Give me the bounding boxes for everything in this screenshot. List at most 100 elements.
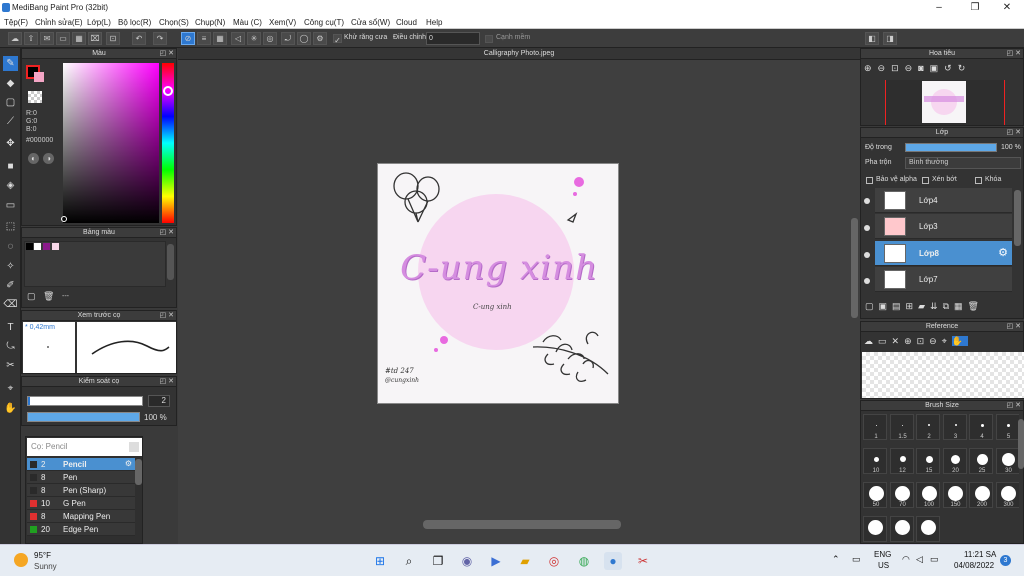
deselect-icon[interactable]: ⌧ (88, 32, 102, 45)
wifi-icon[interactable]: ◠ (902, 554, 910, 565)
start-windows-icon[interactable]: ⊞ (371, 552, 389, 570)
snap-off-icon[interactable]: ⊘ (181, 32, 195, 45)
menu-file[interactable]: Tệp(F) (4, 18, 28, 27)
brush-size-slider[interactable] (27, 396, 143, 406)
layer-row-selected[interactable]: Lớp8 ⚙ (875, 241, 1012, 266)
add-palette-icon[interactable]: ▢ (27, 291, 36, 302)
brush-size-cell[interactable]: 3 (942, 414, 967, 440)
brush-size-cell[interactable]: 4 (969, 414, 993, 440)
ref-zoom-out-icon[interactable]: ⊖ (929, 336, 942, 346)
divide-tool-icon[interactable]: ✂ (3, 358, 18, 373)
file-explorer-icon[interactable]: ▰ (516, 552, 534, 570)
delete-layer-icon[interactable]: 🗑 (968, 301, 984, 311)
select-eraser-icon[interactable]: ⌫ (3, 297, 18, 312)
ref-fit-icon[interactable]: ⊡ (917, 336, 930, 346)
close-reference-icon[interactable]: ✕ (892, 336, 905, 346)
hue-slider-handle[interactable] (163, 86, 173, 96)
layer-scrollbar[interactable] (1014, 190, 1021, 246)
rotate-left-icon[interactable]: ↺ (944, 63, 958, 73)
soft-edge-checkbox[interactable] (485, 35, 493, 43)
brush-opacity-slider[interactable] (27, 412, 140, 422)
snap-ellipse-icon[interactable]: ◯ (297, 32, 311, 45)
redo-icon[interactable]: ↷ (153, 32, 167, 45)
lasso-tool-icon[interactable]: ◌ (3, 239, 18, 254)
clock-time[interactable]: 11:21 SA (964, 550, 996, 559)
hand-tool-icon[interactable]: ✋ (3, 401, 18, 416)
brush-size-cell[interactable]: 25 (969, 448, 993, 474)
menu-snap[interactable]: Chụp(N) (195, 18, 225, 27)
brush-item-pen[interactable]: 8 Pen (27, 471, 135, 484)
canvas-area[interactable]: Calligraphy Photo.jpeg C-ung xinh C-ung … (178, 48, 860, 544)
maximize-button[interactable]: ❐ (958, 0, 992, 16)
menu-tools[interactable]: Công cụ(T) (304, 18, 344, 27)
reference-canvas[interactable] (862, 352, 1024, 398)
magic-wand-icon[interactable]: ✧ (3, 259, 18, 274)
delete-palette-icon[interactable]: 🗑 (43, 291, 54, 302)
menu-layer[interactable]: Lớp(L) (87, 18, 111, 27)
weather-desc[interactable]: Sunny (34, 562, 57, 571)
antialias-checkbox[interactable]: ✓ (333, 34, 342, 45)
grid-icon[interactable]: ▦ (72, 32, 86, 45)
document-canvas[interactable]: C-ung xinh C-ung xinh #td 247 @cungxinh (377, 163, 619, 404)
menu-cloud[interactable]: Cloud (396, 18, 417, 27)
rotate-right-icon[interactable]: ↻ (958, 63, 972, 73)
brush-size-cell[interactable]: 70 (889, 482, 914, 508)
brush-size-cell[interactable]: 30 (995, 448, 1019, 474)
sv-cursor[interactable] (61, 216, 67, 222)
brush-size-cell[interactable] (889, 516, 914, 542)
ref-hand-icon[interactable]: ✋ (951, 336, 968, 346)
language-region[interactable]: US (878, 561, 889, 570)
snap-grid-icon[interactable]: ▦ (213, 32, 227, 45)
merge-down-icon[interactable]: ⇊ (930, 301, 943, 311)
fill-shape-icon[interactable]: ■ (3, 159, 18, 174)
new-halftone-layer-icon[interactable]: ▣ (879, 301, 893, 311)
menu-color[interactable]: Màu (C) (233, 18, 262, 27)
snap-perspective-icon[interactable]: ◁ (231, 32, 245, 45)
ref-eyedropper-icon[interactable]: ⌖ (942, 336, 952, 346)
layer-move-icon[interactable]: ▦ (954, 301, 968, 311)
transparent-color-swatch[interactable] (28, 91, 42, 103)
medibang-taskbar-icon[interactable]: ● (604, 552, 622, 570)
brush-item-g-pen[interactable]: 10 G Pen (27, 497, 135, 510)
layer-visibility-eye-icon[interactable] (864, 252, 870, 258)
tray-monitor-icon[interactable]: ▭ (852, 554, 861, 565)
chrome-icon[interactable]: ◍ (575, 552, 593, 570)
brush-size-cell[interactable]: 2 (916, 414, 940, 440)
layer-opacity-slider[interactable] (905, 143, 997, 152)
palette-color-purple[interactable] (43, 243, 50, 250)
layer-visibility-eye-icon[interactable] (864, 225, 870, 231)
brush-item-mapping-pen[interactable]: 8 Mapping Pen (27, 510, 135, 523)
close-button[interactable]: ✕ (990, 0, 1024, 16)
move-tool-icon[interactable]: ✥ (3, 136, 18, 151)
new-layer-icon[interactable]: ▢ (865, 301, 879, 311)
protect-alpha-checkbox[interactable] (866, 177, 873, 184)
brush-size-scrollbar[interactable] (1018, 419, 1024, 469)
document-tab[interactable]: Calligraphy Photo.jpeg (178, 48, 860, 60)
snap-curve-icon[interactable]: ⤾ (281, 32, 295, 45)
zoom-in-icon[interactable]: ⊕ (864, 63, 878, 73)
snap-circle-icon[interactable]: ◎ (263, 32, 277, 45)
adjust-select[interactable]: 0 (426, 32, 480, 45)
brush-size-cell[interactable]: 100 (916, 482, 940, 508)
weather-temp[interactable]: 95°F (34, 551, 51, 560)
brush-size-cell[interactable] (863, 516, 887, 542)
snipping-tool-icon[interactable]: ✂ (634, 552, 652, 570)
operation-tool-icon[interactable]: ⤿ (3, 339, 18, 354)
layer-row[interactable]: Lớp4 (875, 188, 1012, 213)
fit-icon[interactable]: ⊡ (891, 63, 905, 73)
brush-size-cell[interactable]: 200 (969, 482, 993, 508)
brush-size-cell[interactable]: 300 (995, 482, 1019, 508)
background-color-swatch[interactable] (34, 72, 44, 82)
menu-view[interactable]: Xem(V) (269, 18, 296, 27)
comment-icon[interactable]: ▭ (56, 32, 70, 45)
menu-edit[interactable]: Chỉnh sửa(E) (35, 18, 83, 27)
horizontal-scrollbar[interactable] (423, 520, 621, 529)
snap-parallel-icon[interactable]: ≡ (197, 32, 211, 45)
brush-size-cell[interactable]: 1 (863, 414, 887, 440)
notification-badge[interactable]: 3 (1000, 555, 1011, 566)
menu-filter[interactable]: Bộ lọc(R) (118, 18, 151, 27)
brush-size-cell[interactable] (916, 516, 940, 542)
fullscreen-icon[interactable]: ▣ (930, 63, 945, 73)
brush-size-cell[interactable]: 150 (942, 482, 967, 508)
volume-icon[interactable]: ◁ (916, 554, 923, 565)
